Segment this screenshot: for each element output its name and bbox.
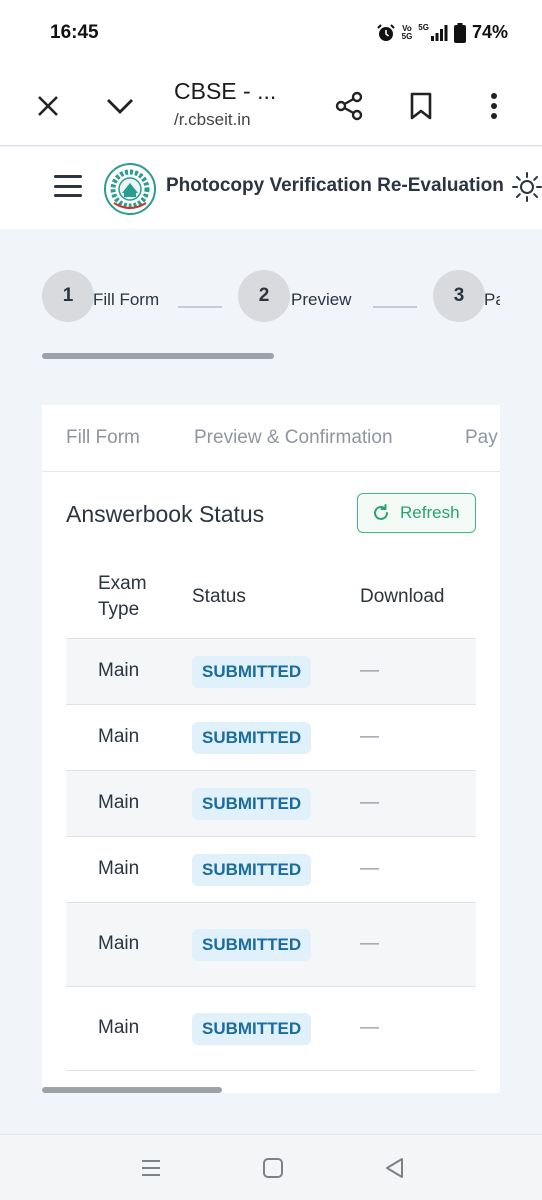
battery-level: 74% [471,22,508,42]
stepper: 1 Fill Form 2 Preview 3 Pa [42,270,500,326]
refresh-button[interactable]: Refresh [357,493,476,533]
recents-icon[interactable] [138,1155,164,1181]
system-nav-bar [0,1134,542,1200]
download-cell: — [360,660,379,681]
status-badge: SUBMITTED [192,854,312,886]
section-title: Answerbook Status [66,501,265,527]
table-row: Main SUBMITTED — [66,771,476,837]
app-header: Photocopy Verification Re-Evaluation [0,147,542,229]
battery-icon [453,22,466,43]
download-cell: — [360,933,379,954]
tab-pay[interactable]: Pay [465,427,498,449]
status-badge: SUBMITTED [192,929,312,961]
status-bar: 16:45 Vo 5G 5G 74% [0,0,542,66]
step-label-1: Fill Form [93,290,160,309]
status-badge: SUBMITTED [192,1013,312,1045]
table-row: Main SUBMITTED — [66,837,476,903]
column-header-exam-type: Exam Type [98,573,147,620]
step-label-2: Preview [291,290,352,309]
volte-indicator: Vo 5G [401,23,413,41]
network-type: 5G [418,22,429,32]
exam-type-cell: Main [98,660,140,681]
close-icon[interactable] [30,88,66,124]
exam-type-cell: Main [98,933,140,954]
download-cell: — [360,792,379,813]
hamburger-icon[interactable] [54,175,82,197]
table-row: Main SUBMITTED — [66,639,476,705]
browser-page-title: CBSE - ... [174,78,277,104]
step-circle-2: 2 [238,270,290,322]
exam-type-cell: Main [98,1017,140,1038]
exam-type-cell: Main [98,726,140,747]
step-circle-3: 3 [433,270,485,322]
cbse-logo [104,163,156,215]
bookmark-icon[interactable] [403,88,439,124]
table-header: Exam Type Status Download [66,555,476,639]
status-indicators: Vo 5G 5G 74% [376,22,508,43]
step-circle-1: 1 [42,270,94,322]
browser-toolbar: CBSE - ... /r.cbseit.in [0,66,542,146]
tab-preview-confirmation[interactable]: Preview & Confirmation [194,427,393,449]
answerbook-table: Exam Type Status Download Main SUBMITTED… [66,555,476,1071]
signal-icon [430,24,448,41]
table-row: Main SUBMITTED — [66,705,476,771]
download-cell: — [360,858,379,879]
exam-type-cell: Main [98,858,140,879]
tab-bar: Fill Form Preview & Confirmation Pay [42,405,500,472]
download-cell: — [360,1017,379,1038]
home-icon[interactable] [260,1155,286,1181]
stepper-scrollbar[interactable] [42,353,274,359]
exam-type-cell: Main [98,792,140,813]
back-icon[interactable] [382,1155,408,1181]
table-row: Main SUBMITTED — [66,903,476,987]
table-row: Main SUBMITTED — [66,987,476,1071]
browser-url[interactable]: /r.cbseit.in [174,110,251,130]
status-badge: SUBMITTED [192,656,312,688]
status-badge: SUBMITTED [192,788,312,820]
more-vertical-icon[interactable] [476,88,512,124]
page-title: Photocopy Verification Re-Evaluation [166,175,504,196]
chevron-down-icon[interactable] [102,88,138,124]
tab-fill-form[interactable]: Fill Form [66,427,140,449]
step-connector [373,306,417,308]
download-cell: — [360,726,379,747]
sun-icon[interactable] [511,171,542,203]
answerbook-card: Fill Form Preview & Confirmation Pay Ans… [42,405,500,1093]
refresh-label: Refresh [400,503,460,522]
column-header-status: Status [192,586,246,607]
status-time: 16:45 [50,22,99,43]
refresh-icon [374,504,388,520]
step-label-3: Pa [484,290,500,309]
column-header-download: Download [360,586,445,607]
alarm-icon [376,23,395,41]
step-connector [178,306,222,308]
share-icon[interactable] [331,88,367,124]
signal-group: 5G [418,22,448,42]
table-scrollbar[interactable] [42,1087,222,1093]
status-badge: SUBMITTED [192,722,312,754]
